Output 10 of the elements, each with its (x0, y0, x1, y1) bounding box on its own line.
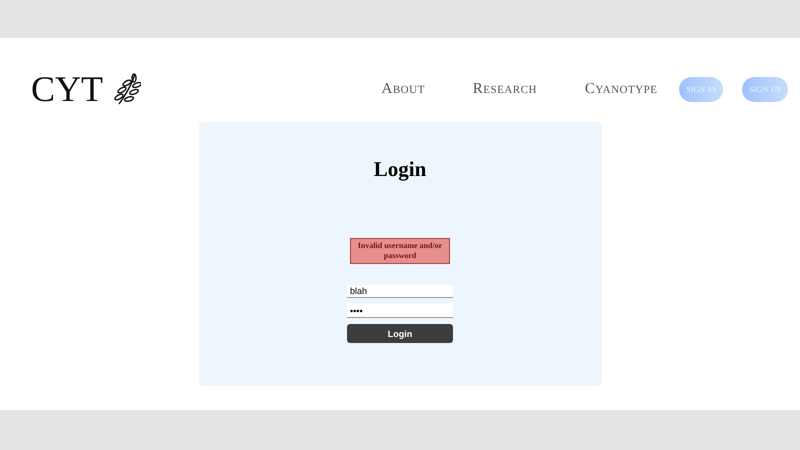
error-message: Invalid username and/or password (350, 238, 450, 264)
login-button[interactable]: Login (347, 324, 453, 343)
nav-link[interactable]: Cyanotype (584, 80, 658, 98)
nav-link[interactable]: About (382, 80, 425, 98)
login-title: Login (374, 157, 426, 181)
logo-text[interactable]: CYT (31, 68, 103, 110)
username-field[interactable]: blah (347, 285, 453, 298)
password-field[interactable]: •••• (347, 304, 453, 318)
leaf-sprig-icon (113, 72, 141, 106)
nav-link[interactable]: Research (472, 80, 537, 98)
